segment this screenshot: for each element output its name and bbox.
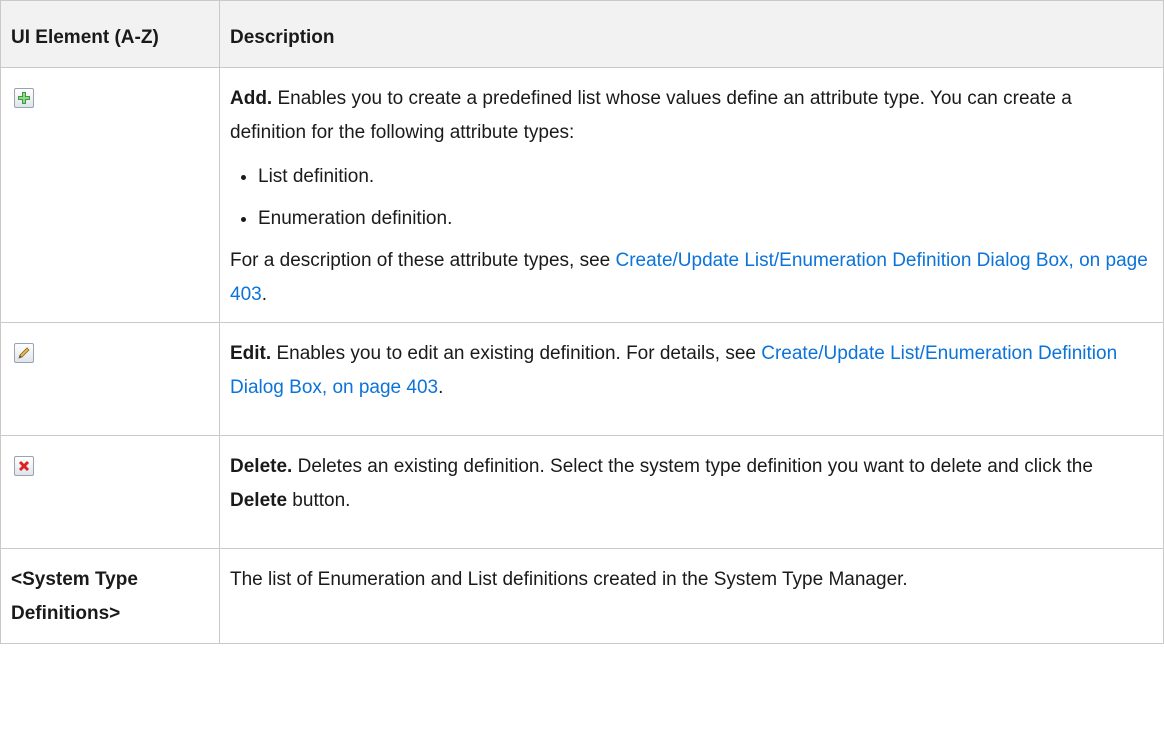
table-header-row: UI Element (A-Z) Description <box>0 0 1164 68</box>
edit-title: Edit. <box>230 343 272 364</box>
delete-icon-glyph <box>18 460 30 472</box>
cell-definitions-label: <System Type Definitions> <box>0 548 220 644</box>
delete-title: Delete. <box>230 456 293 477</box>
list-item: List definition. <box>258 160 1153 194</box>
header-ui-element: UI Element (A-Z) <box>0 0 220 68</box>
header-description: Description <box>219 0 1164 68</box>
add-icon-glyph <box>18 92 30 104</box>
add-title: Add. <box>230 88 273 109</box>
edit-text: Enables you to edit an existing definiti… <box>271 343 762 364</box>
delete-text: Deletes an existing definition. Select t… <box>292 456 1093 477</box>
edit-description-text: Edit. Enables you to edit an existing de… <box>230 337 1153 405</box>
attribute-type-list: List definition. Enumeration definition. <box>230 160 1153 236</box>
edit-suffix: . <box>438 377 444 398</box>
cell-add-description: Add. Enables you to create a predefined … <box>219 67 1164 323</box>
add-see-also: For a description of these attribute typ… <box>230 244 1153 312</box>
see-also-suffix: . <box>261 284 267 305</box>
cell-delete-icon <box>0 435 220 549</box>
table-row-definitions: <System Type Definitions> The list of En… <box>0 548 1164 644</box>
add-description-text: Add. Enables you to create a predefined … <box>230 82 1153 150</box>
table-row-edit: Edit. Enables you to edit an existing de… <box>0 322 1164 436</box>
see-also-prefix: For a description of these attribute typ… <box>230 250 616 271</box>
cell-definitions-description: The list of Enumeration and List definit… <box>219 548 1164 644</box>
edit-icon-glyph <box>18 347 30 359</box>
list-item: Enumeration definition. <box>258 202 1153 236</box>
cell-add-icon <box>0 67 220 323</box>
table-row-add: Add. Enables you to create a predefined … <box>0 67 1164 323</box>
cell-edit-description: Edit. Enables you to edit an existing de… <box>219 322 1164 436</box>
add-text: Enables you to create a predefined list … <box>230 88 1072 143</box>
cell-edit-icon <box>0 322 220 436</box>
delete-description-text: Delete. Deletes an existing definition. … <box>230 450 1153 518</box>
ui-elements-table: UI Element (A-Z) Description Add. Enable… <box>0 0 1164 644</box>
table-row-delete: Delete. Deletes an existing definition. … <box>0 435 1164 549</box>
delete-icon <box>14 456 34 476</box>
cell-delete-description: Delete. Deletes an existing definition. … <box>219 435 1164 549</box>
delete-button-label: Delete <box>230 490 288 511</box>
edit-icon <box>14 343 34 363</box>
add-icon <box>14 88 34 108</box>
delete-suffix: button. <box>287 490 351 511</box>
